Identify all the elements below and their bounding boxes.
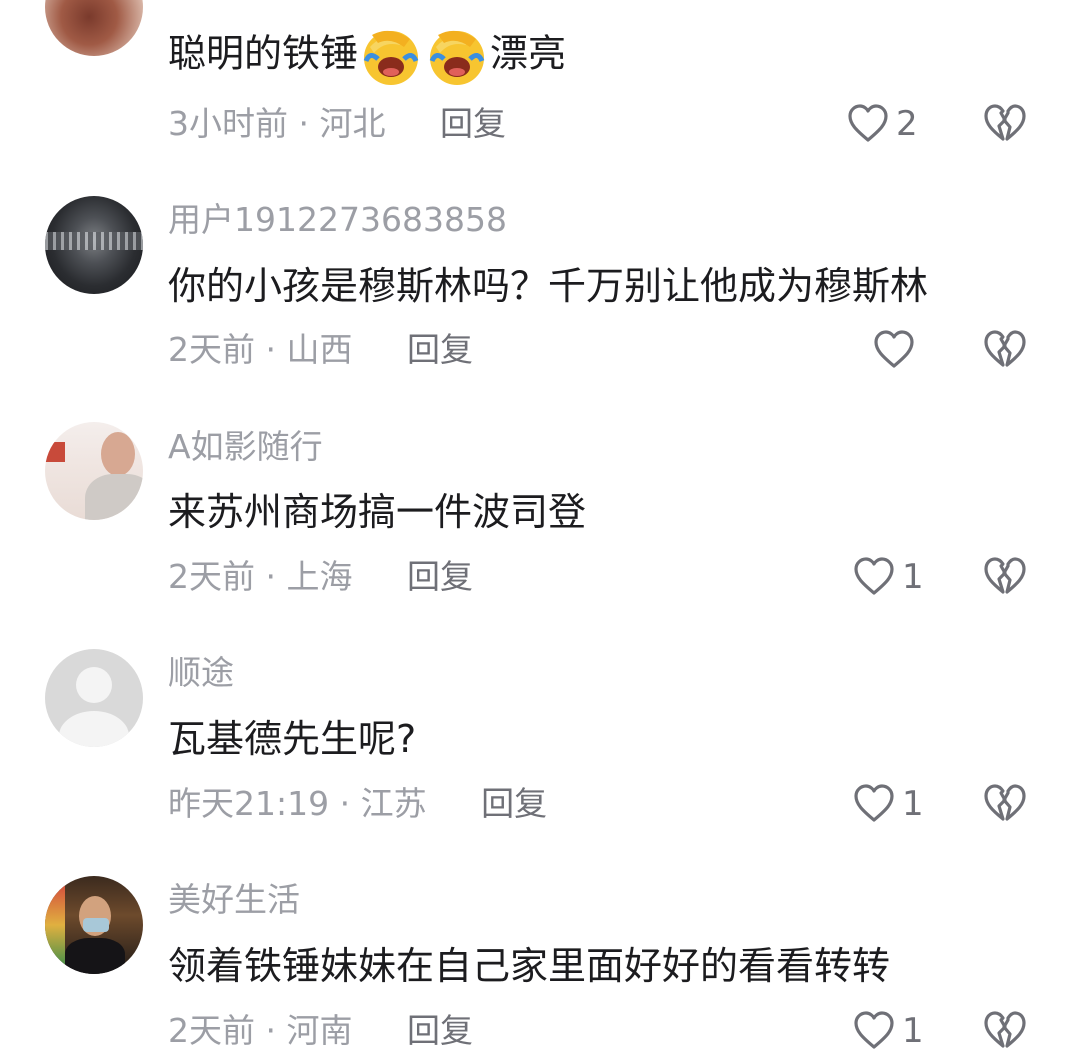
avatar-decoration (85, 474, 143, 520)
username[interactable]: A如影随行 (168, 427, 323, 467)
like-button[interactable]: 1 (852, 1007, 924, 1055)
avatar-body (59, 711, 129, 747)
facepalm-laugh-emoji (360, 25, 422, 87)
facepalm-laugh-emoji (426, 25, 488, 87)
broken-heart-icon (984, 1011, 1026, 1048)
username[interactable]: 用户1912273683858 (168, 200, 507, 240)
comment-time: 昨天21:19 (168, 784, 330, 823)
reply-button[interactable]: 回复 (481, 784, 547, 823)
meta-separator: · (339, 784, 351, 823)
user-avatar[interactable] (45, 422, 143, 520)
broken-heart-icon (984, 557, 1026, 594)
meta-separator: · (265, 330, 277, 369)
dislike-button[interactable] (983, 782, 1027, 826)
comment-location: 江苏 (360, 784, 427, 823)
user-avatar[interactable] (45, 876, 143, 974)
meta-separator: · (265, 1011, 277, 1050)
avatar-decoration (45, 232, 143, 250)
reply-button[interactable]: 回复 (407, 1011, 473, 1050)
meta-separator: · (298, 104, 310, 143)
comment-meta: 昨天21:19 · 江苏 回复 (168, 782, 547, 826)
comment-text: 瓦基德先生呢? (168, 717, 417, 761)
dislike-button[interactable] (983, 1009, 1027, 1053)
reply-button[interactable]: 回复 (407, 557, 473, 596)
like-button[interactable]: 1 (852, 780, 924, 828)
meta-separator: · (265, 557, 277, 596)
reply-button[interactable]: 回复 (407, 330, 473, 369)
dislike-button[interactable] (983, 328, 1027, 372)
username[interactable]: 顺途 (168, 653, 234, 693)
comment-text: 聪明的铁锤 漂亮 (168, 25, 566, 87)
like-count: 1 (902, 784, 924, 824)
like-count: 1 (902, 1011, 924, 1051)
comment-location: 河南 (286, 1011, 353, 1050)
username[interactable]: 美好生活 (168, 880, 300, 920)
broken-heart-icon (984, 104, 1026, 141)
comment-time: 3小时前 (168, 104, 288, 143)
like-button[interactable]: 1 (852, 553, 924, 601)
comment-location: 河北 (319, 104, 386, 143)
comment-text: 领着铁锤妹妹在自己家里面好好的看看转转 (168, 944, 891, 988)
default-user-avatar[interactable] (45, 649, 143, 747)
heart-outline-icon (874, 330, 914, 368)
comment-meta: 2天前 · 山西 回复 (168, 328, 473, 372)
like-button[interactable]: 2 (846, 100, 918, 148)
comment-text: 你的小孩是穆斯林吗？千万别让他成为穆斯林 (168, 264, 929, 308)
dislike-button[interactable] (983, 102, 1027, 146)
comment-time: 2天前 (168, 1011, 255, 1050)
reply-button[interactable]: 回复 (440, 104, 506, 143)
comment-location: 山西 (286, 330, 353, 369)
like-button[interactable] (872, 326, 922, 374)
user-avatar[interactable] (45, 0, 143, 56)
comment-meta: 2天前 · 上海 回复 (168, 555, 473, 599)
heart-outline-icon (854, 557, 894, 595)
avatar-decoration (45, 442, 65, 462)
comment-meta: 3小时前 · 河北 回复 (168, 102, 506, 146)
comment-text: 来苏州商场搞一件波司登 (168, 490, 587, 534)
avatar-decoration (83, 918, 109, 932)
avatar-decoration (45, 876, 65, 974)
user-avatar[interactable] (45, 196, 143, 294)
avatar-decoration (101, 432, 135, 476)
heart-outline-icon (854, 1011, 894, 1049)
like-count: 1 (902, 557, 924, 597)
comment-time: 2天前 (168, 330, 255, 369)
broken-heart-icon (984, 330, 1026, 367)
comment-location: 上海 (286, 557, 353, 596)
heart-outline-icon (848, 104, 888, 142)
dislike-button[interactable] (983, 555, 1027, 599)
comment-time: 2天前 (168, 557, 255, 596)
like-count: 2 (896, 104, 918, 144)
comment-meta: 2天前 · 河南 回复 (168, 1009, 473, 1053)
avatar-decoration (65, 938, 125, 974)
broken-heart-icon (984, 784, 1026, 821)
heart-outline-icon (854, 784, 894, 822)
avatar-head (76, 667, 112, 703)
